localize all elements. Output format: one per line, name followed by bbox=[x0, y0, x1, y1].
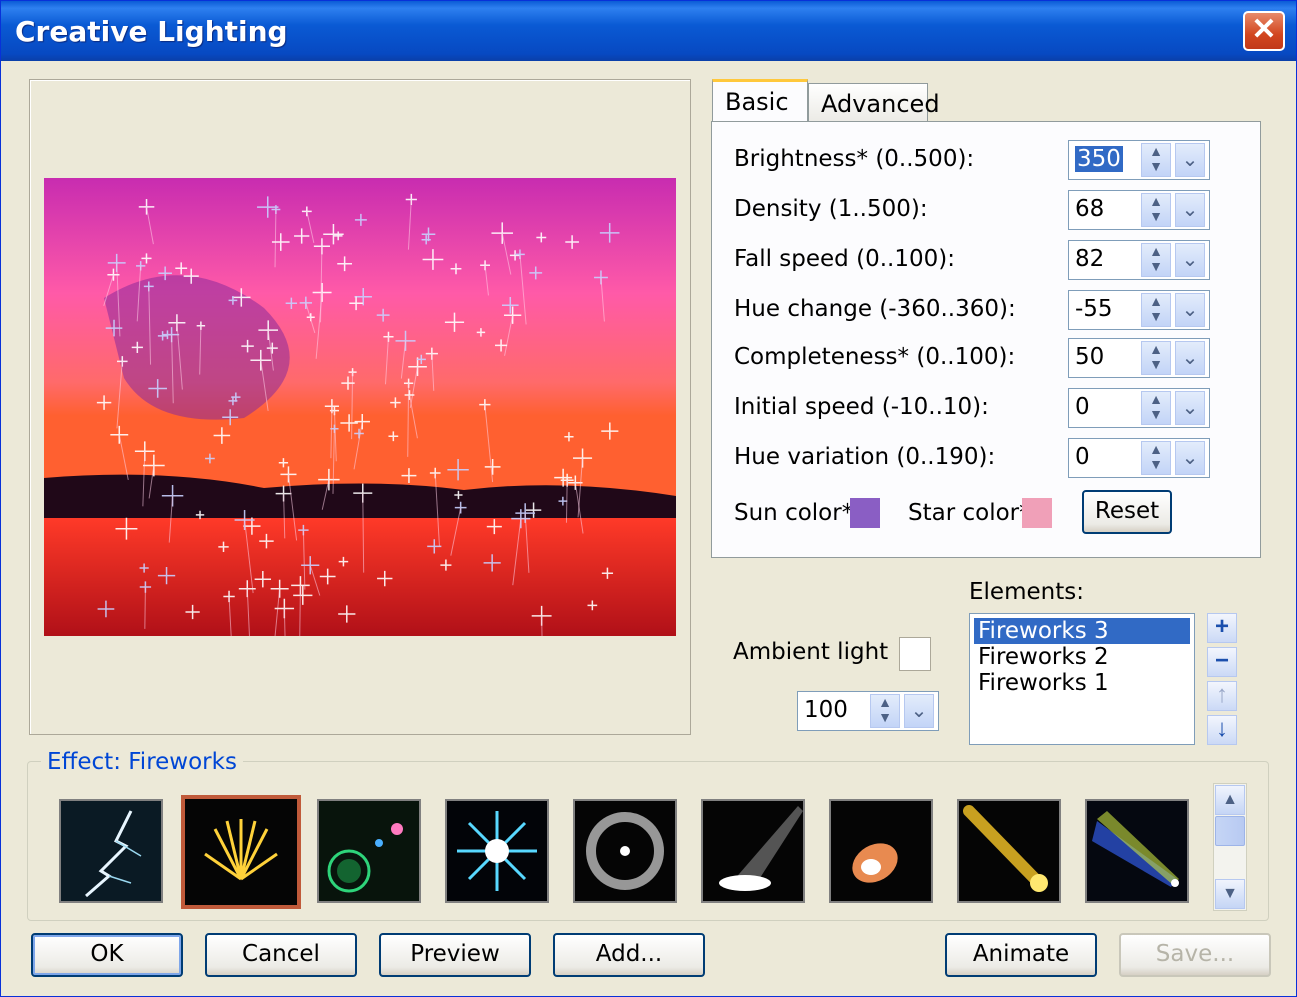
lens-flare-thumbnail[interactable] bbox=[317, 799, 421, 903]
title-bar[interactable]: Creative Lighting ✕ bbox=[1, 1, 1296, 61]
spin-updown-icon[interactable]: ▲ ▼ bbox=[1141, 143, 1171, 177]
density-value[interactable]: 68 bbox=[1075, 196, 1104, 222]
arrow-down-icon: ↓ bbox=[1216, 715, 1228, 742]
chevron-down-icon: ▼ bbox=[1222, 885, 1238, 902]
add-button[interactable]: Add... bbox=[553, 933, 705, 977]
move-down-button[interactable]: ↓ bbox=[1207, 715, 1237, 745]
list-item[interactable]: Fireworks 2 bbox=[974, 644, 1190, 670]
hue-change-value[interactable]: -55 bbox=[1075, 296, 1113, 322]
hue-variation-value[interactable]: 0 bbox=[1075, 444, 1090, 470]
sun-color-label: Sun color* bbox=[734, 500, 854, 526]
completeness-label: Completeness* (0..100): bbox=[734, 344, 1016, 370]
spark-trail bbox=[144, 587, 146, 629]
creative-lighting-dialog: Creative Lighting ✕ Basic Advanced Brigh… bbox=[0, 0, 1297, 997]
star-burst-thumbnail[interactable] bbox=[445, 799, 549, 903]
spin-updown-icon[interactable]: ▲ ▼ bbox=[870, 694, 900, 728]
brightness-label: Brightness* (0..500): bbox=[734, 146, 975, 172]
effect-group-title: Effect: Fireworks bbox=[41, 749, 243, 775]
save-button[interactable]: Save... bbox=[1119, 933, 1271, 977]
minus-icon: − bbox=[1214, 647, 1229, 674]
add-element-button[interactable]: + bbox=[1207, 613, 1237, 643]
reset-button[interactable]: Reset bbox=[1082, 490, 1172, 534]
chevron-down-icon[interactable]: ⌄ bbox=[904, 694, 934, 728]
preview-button[interactable]: Preview bbox=[379, 933, 531, 977]
initial-speed-spinner[interactable]: 0 ▲ ▼ ⌄ bbox=[1068, 388, 1210, 428]
density-spinner[interactable]: 68 ▲ ▼ ⌄ bbox=[1068, 190, 1210, 230]
list-item[interactable]: Fireworks 3 bbox=[974, 618, 1190, 644]
initial-speed-label: Initial speed (-10..10): bbox=[734, 394, 989, 420]
brightness-value[interactable]: 350 bbox=[1075, 146, 1123, 172]
initial-speed-value[interactable]: 0 bbox=[1075, 394, 1090, 420]
spin-updown-icon[interactable]: ▲ ▼ bbox=[1141, 341, 1171, 375]
chevron-down-icon[interactable]: ⌄ bbox=[1175, 391, 1205, 425]
preview-pane bbox=[29, 79, 691, 735]
spark-trail bbox=[565, 480, 568, 523]
glow-orb-thumbnail[interactable] bbox=[829, 799, 933, 903]
sun-color-swatch[interactable] bbox=[850, 498, 880, 528]
scroll-thumb[interactable] bbox=[1215, 816, 1245, 846]
hue-change-label: Hue change (-360..360): bbox=[734, 296, 1016, 322]
list-item[interactable]: Fireworks 1 bbox=[974, 670, 1190, 696]
scroll-up-button[interactable]: ▲ bbox=[1215, 785, 1245, 815]
fall-speed-value[interactable]: 82 bbox=[1075, 246, 1104, 272]
chevron-up-icon: ▲ bbox=[1222, 791, 1238, 808]
chevron-down-icon[interactable]: ⌄ bbox=[1175, 341, 1205, 375]
elements-list[interactable]: Fireworks 3 Fireworks 2 Fireworks 1 bbox=[969, 613, 1195, 745]
chevron-down-icon[interactable]: ⌄ bbox=[1175, 243, 1205, 277]
chevron-down-icon[interactable]: ⌄ bbox=[1175, 441, 1205, 475]
animate-button[interactable]: Animate bbox=[945, 933, 1097, 977]
hue-variation-spinner[interactable]: 0 ▲ ▼ ⌄ bbox=[1068, 438, 1210, 478]
close-button[interactable]: ✕ bbox=[1243, 11, 1285, 51]
move-up-button[interactable]: ↑ bbox=[1207, 681, 1237, 711]
completeness-value[interactable]: 50 bbox=[1075, 344, 1104, 370]
chevron-down-icon[interactable]: ⌄ bbox=[1175, 293, 1205, 327]
star-color-swatch[interactable] bbox=[1022, 498, 1052, 528]
comet-thumbnail[interactable] bbox=[957, 799, 1061, 903]
fall-speed-label: Fall speed (0..100): bbox=[734, 246, 955, 272]
brightness-spinner[interactable]: 350 ▲ ▼ ⌄ bbox=[1068, 140, 1210, 180]
fall-speed-spinner[interactable]: 82 ▲ ▼ ⌄ bbox=[1068, 240, 1210, 280]
chevron-down-icon[interactable]: ⌄ bbox=[1175, 143, 1205, 177]
tab-advanced[interactable]: Advanced bbox=[808, 83, 940, 121]
ok-button[interactable]: OK bbox=[31, 933, 183, 977]
spin-updown-icon[interactable]: ▲ ▼ bbox=[1141, 391, 1171, 425]
cancel-button[interactable]: Cancel bbox=[205, 933, 357, 977]
scroll-down-button[interactable]: ▼ bbox=[1215, 879, 1245, 909]
halo-ring-thumbnail[interactable] bbox=[573, 799, 677, 903]
effects-scrollbar[interactable]: ▲ ▼ bbox=[1213, 783, 1247, 911]
ambient-value[interactable]: 100 bbox=[804, 697, 848, 723]
light-beam-thumbnail[interactable] bbox=[1085, 799, 1189, 903]
ambient-spinner[interactable]: 100 ▲ ▼ ⌄ bbox=[797, 691, 939, 731]
tab-basic[interactable]: Basic bbox=[712, 79, 808, 123]
spin-updown-icon[interactable]: ▲ ▼ bbox=[1141, 293, 1171, 327]
density-label: Density (1..500): bbox=[734, 196, 928, 222]
spin-updown-icon[interactable]: ▲ ▼ bbox=[1141, 441, 1171, 475]
dialog-content: Basic Advanced Brightness* (0..500): 350… bbox=[9, 61, 1288, 991]
elements-label: Elements: bbox=[969, 579, 1084, 605]
remove-element-button[interactable]: − bbox=[1207, 647, 1237, 677]
close-icon: ✕ bbox=[1251, 13, 1277, 46]
arrow-up-icon: ↑ bbox=[1216, 681, 1228, 708]
spin-updown-icon[interactable]: ▲ ▼ bbox=[1141, 193, 1171, 227]
lightning-thumbnail[interactable] bbox=[59, 799, 163, 903]
hue-variation-label: Hue variation (0..190): bbox=[734, 444, 996, 470]
ambient-light-label: Ambient light bbox=[733, 639, 889, 665]
spin-updown-icon[interactable]: ▲ ▼ bbox=[1141, 243, 1171, 277]
plus-icon: + bbox=[1214, 613, 1229, 640]
chevron-down-icon[interactable]: ⌄ bbox=[1175, 193, 1205, 227]
preview-image bbox=[44, 178, 676, 636]
star-color-label: Star color* bbox=[908, 500, 1031, 526]
window-title: Creative Lighting bbox=[15, 15, 288, 48]
hue-change-spinner[interactable]: -55 ▲ ▼ ⌄ bbox=[1068, 290, 1210, 330]
fireworks-thumbnail[interactable] bbox=[181, 795, 301, 909]
ambient-color-swatch[interactable] bbox=[899, 637, 931, 671]
basic-tab-panel: Brightness* (0..500): 350 ▲ ▼ ⌄ Density (… bbox=[711, 121, 1261, 558]
completeness-spinner[interactable]: 50 ▲ ▼ ⌄ bbox=[1068, 338, 1210, 378]
spotlight-thumbnail[interactable] bbox=[701, 799, 805, 903]
